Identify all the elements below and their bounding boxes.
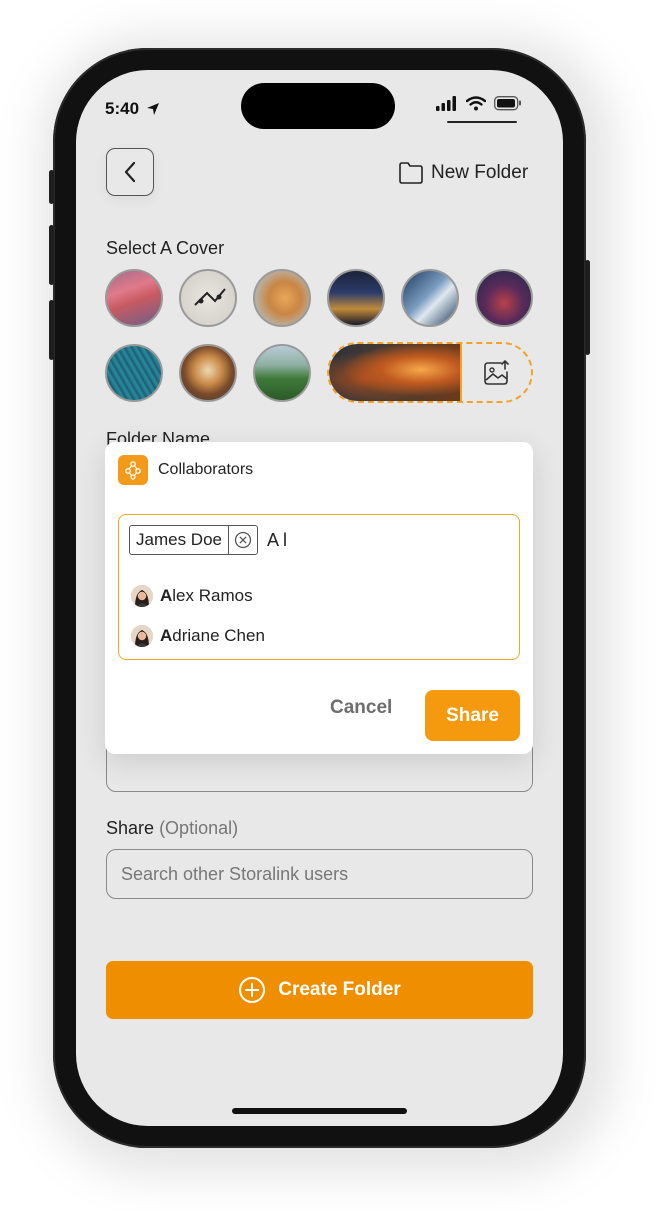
collaborator-chip: James Doe xyxy=(129,525,258,555)
image-upload-icon xyxy=(483,359,509,385)
suggestion-item[interactable]: Adriane Chen xyxy=(131,625,265,647)
collaborators-icon xyxy=(118,455,148,485)
new-folder-label: New Folder xyxy=(431,162,529,183)
share-label: Share xyxy=(106,818,155,838)
remove-circle-icon xyxy=(234,531,252,549)
cover-option[interactable] xyxy=(105,269,163,327)
chevron-left-icon xyxy=(124,161,136,183)
remove-chip-button[interactable] xyxy=(227,526,257,554)
phone-side-button xyxy=(49,225,54,285)
create-folder-button[interactable]: Create Folder xyxy=(106,961,533,1019)
suggestion-name: Alex Ramos xyxy=(160,586,253,606)
time-label: 5:40 xyxy=(105,99,140,118)
collaborator-input[interactable]: James Doe A l Alex Ramos Adriane Chen xyxy=(118,514,520,660)
suggestion-match: A xyxy=(160,586,173,605)
cover-option[interactable] xyxy=(253,269,311,327)
share-button[interactable]: Share xyxy=(425,690,520,741)
suggestion-match: A xyxy=(160,626,173,645)
suggestion-name: Adriane Chen xyxy=(160,626,265,646)
back-button[interactable] xyxy=(106,148,154,196)
cover-option[interactable] xyxy=(105,344,163,402)
share-section-label: Share (Optional) xyxy=(106,818,238,839)
share-search-input[interactable]: Search other Storalink users xyxy=(106,849,533,899)
cancel-button[interactable]: Cancel xyxy=(330,697,392,719)
collaborator-query: A l xyxy=(267,530,288,550)
optional-label: (Optional) xyxy=(159,818,239,838)
cover-section-label: Select A Cover xyxy=(106,238,225,258)
cover-option[interactable] xyxy=(253,344,311,402)
cover-option[interactable] xyxy=(401,269,459,327)
modal-title: Collaborators xyxy=(158,461,254,478)
wifi-icon xyxy=(466,96,486,111)
status-time: 5:40 xyxy=(105,99,161,119)
suggestion-rest: driane Chen xyxy=(172,626,265,645)
cover-option[interactable] xyxy=(327,269,385,327)
modal-header: Collaborators xyxy=(118,455,253,485)
cover-option[interactable] xyxy=(475,269,533,327)
folder-icon xyxy=(399,162,423,184)
status-divider xyxy=(447,121,517,123)
location-arrow-icon xyxy=(147,103,160,115)
chip-name: James Doe xyxy=(136,530,222,549)
selected-cover-image xyxy=(329,344,462,401)
signal-icon xyxy=(436,96,456,111)
avatar xyxy=(131,625,153,647)
suggestion-item[interactable]: Alex Ramos xyxy=(131,585,253,607)
cover-selected[interactable] xyxy=(327,342,533,403)
search-placeholder: Search other Storalink users xyxy=(121,863,349,884)
cover-option[interactable] xyxy=(179,344,237,402)
dynamic-island xyxy=(241,83,395,129)
phone-side-button xyxy=(49,300,54,360)
battery-icon xyxy=(494,96,521,111)
suggestion-rest: lex Ramos xyxy=(172,586,253,605)
plus-circle-icon xyxy=(239,977,266,1003)
upload-cover-button[interactable] xyxy=(462,344,531,401)
avatar xyxy=(131,585,153,607)
status-icons xyxy=(436,96,522,111)
new-folder-title: New Folder xyxy=(398,160,528,186)
cover-option[interactable] xyxy=(179,269,237,327)
collaborators-modal: Collaborators James Doe A l Alex Ramos A… xyxy=(105,442,533,754)
create-folder-label: Create Folder xyxy=(278,979,401,1000)
phone-side-button xyxy=(585,260,590,355)
home-indicator[interactable] xyxy=(232,1108,407,1114)
phone-side-button xyxy=(49,170,54,204)
